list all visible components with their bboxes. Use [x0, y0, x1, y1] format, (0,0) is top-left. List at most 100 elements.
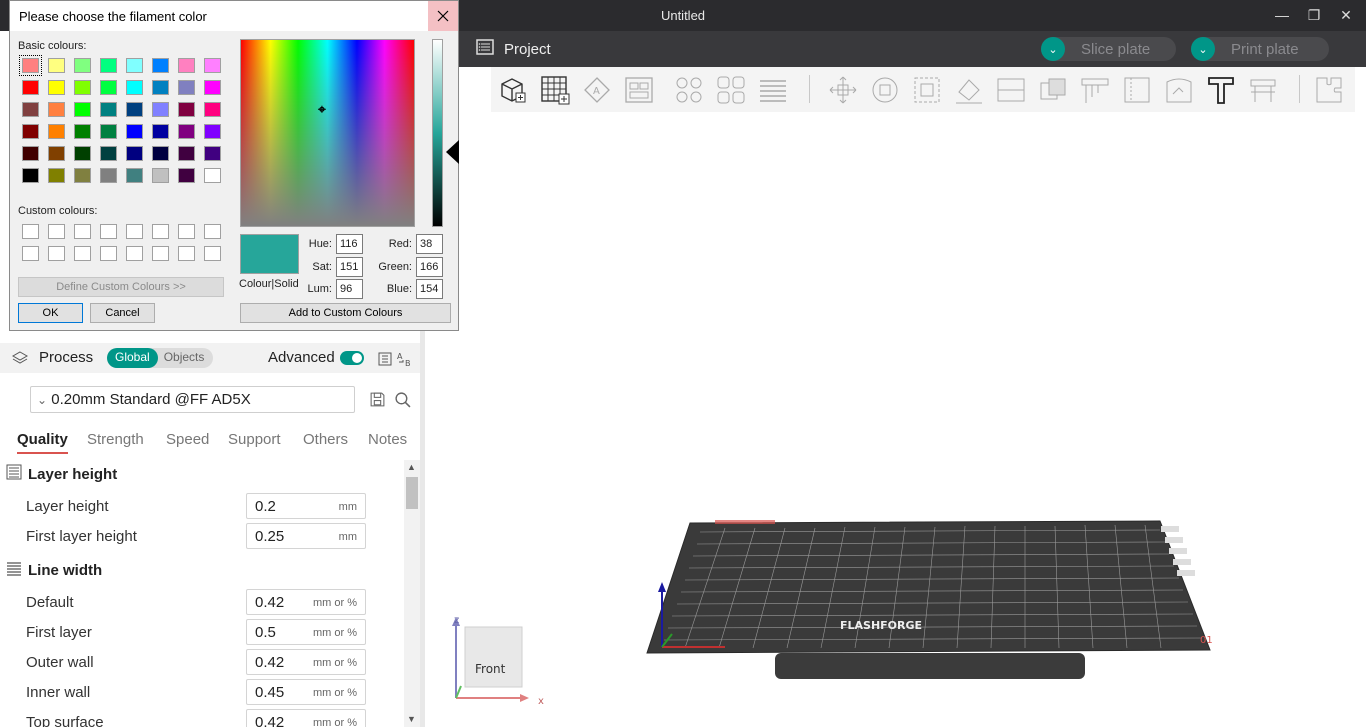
split-objects-icon[interactable]: [673, 74, 705, 106]
minimize-icon[interactable]: —: [1272, 5, 1292, 25]
basic-colour-swatch[interactable]: [74, 58, 91, 73]
param-input[interactable]: 0.5 mm or %: [246, 619, 366, 645]
cut-icon[interactable]: [995, 74, 1027, 106]
basic-colour-swatch[interactable]: [204, 146, 221, 161]
custom-colour-swatch[interactable]: [100, 224, 117, 239]
basic-colour-swatch[interactable]: [74, 168, 91, 183]
basic-colour-swatch[interactable]: [100, 58, 117, 73]
basic-colour-swatch[interactable]: [100, 146, 117, 161]
compare-presets-icon[interactable]: [378, 351, 394, 370]
custom-colour-swatch[interactable]: [178, 224, 195, 239]
basic-colour-swatch[interactable]: [178, 146, 195, 161]
custom-colour-swatch[interactable]: [152, 246, 169, 261]
basic-colour-swatch[interactable]: [74, 146, 91, 161]
params-scrollbar[interactable]: ▲ ▼: [404, 460, 420, 727]
auto-orient-icon[interactable]: A: [581, 74, 613, 106]
rotate-icon[interactable]: [869, 74, 901, 106]
ok-button[interactable]: OK: [18, 303, 83, 323]
basic-colour-swatch[interactable]: [178, 168, 195, 183]
param-input[interactable]: 0.42 mm or %: [246, 709, 366, 727]
color-spectrum[interactable]: ⌖: [240, 39, 415, 227]
scroll-up-icon[interactable]: ▲: [407, 462, 416, 472]
basic-colour-swatch[interactable]: [152, 124, 169, 139]
paint-seam-icon[interactable]: [1121, 74, 1153, 106]
basic-colour-swatch[interactable]: [48, 102, 65, 117]
tab-speed[interactable]: Speed: [166, 431, 209, 448]
close-icon[interactable]: [428, 1, 458, 31]
basic-colour-swatch[interactable]: [152, 58, 169, 73]
basic-colour-swatch[interactable]: [178, 58, 195, 73]
boolean-icon[interactable]: [1037, 74, 1069, 106]
measure-icon[interactable]: [1247, 74, 1279, 106]
basic-colour-swatch[interactable]: [126, 80, 143, 95]
basic-colour-swatch[interactable]: [74, 124, 91, 139]
chevron-down-icon[interactable]: ⌄: [1041, 37, 1065, 61]
move-icon[interactable]: [827, 74, 859, 106]
tab-quality[interactable]: Quality: [17, 431, 68, 454]
hue-field[interactable]: 116: [336, 234, 363, 254]
scale-icon[interactable]: [911, 74, 943, 106]
process-preset-dropdown[interactable]: ⌄ 0.20mm Standard @FF AD5X: [30, 386, 355, 413]
basic-colour-swatch[interactable]: [22, 102, 39, 117]
chevron-down-icon[interactable]: ⌄: [1191, 37, 1215, 61]
define-custom-colours-button[interactable]: Define Custom Colours >>: [18, 277, 224, 297]
basic-colour-swatch[interactable]: [204, 102, 221, 117]
tab-strength[interactable]: Strength: [87, 431, 144, 448]
custom-colour-swatch[interactable]: [74, 246, 91, 261]
basic-colour-swatch[interactable]: [100, 124, 117, 139]
basic-colour-swatch[interactable]: [178, 80, 195, 95]
scroll-down-icon[interactable]: ▼: [407, 714, 416, 724]
luminance-arrow-icon[interactable]: [446, 140, 459, 164]
green-field[interactable]: 166: [416, 257, 443, 277]
advanced-toggle[interactable]: [340, 351, 364, 365]
crosshair-icon[interactable]: ⌖: [318, 101, 326, 118]
custom-colour-swatch[interactable]: [204, 224, 221, 239]
tab-others[interactable]: Others: [303, 431, 348, 448]
cancel-button[interactable]: Cancel: [90, 303, 155, 323]
paint-color-icon[interactable]: [1163, 74, 1195, 106]
project-button[interactable]: Project: [476, 39, 551, 59]
tab-notes[interactable]: Notes: [368, 431, 407, 448]
add-object-icon[interactable]: [497, 74, 529, 106]
basic-colour-swatch[interactable]: [152, 102, 169, 117]
param-input[interactable]: 0.45 mm or %: [246, 679, 366, 705]
basic-colour-swatch[interactable]: [126, 58, 143, 73]
basic-colour-swatch[interactable]: [100, 168, 117, 183]
custom-colour-swatch[interactable]: [204, 246, 221, 261]
basic-colour-swatch[interactable]: [126, 168, 143, 183]
basic-colour-swatch[interactable]: [204, 80, 221, 95]
basic-colour-swatch[interactable]: [48, 168, 65, 183]
param-input[interactable]: 0.42 mm or %: [246, 589, 366, 615]
custom-colour-swatch[interactable]: [152, 224, 169, 239]
split-parts-icon[interactable]: [715, 74, 747, 106]
print-plate-button[interactable]: ⌄ Print plate: [1191, 37, 1329, 61]
custom-colour-swatch[interactable]: [48, 224, 65, 239]
lay-on-face-icon[interactable]: [953, 74, 985, 106]
custom-colour-swatch[interactable]: [126, 224, 143, 239]
lum-field[interactable]: 96: [336, 279, 363, 299]
custom-colour-swatch[interactable]: [178, 246, 195, 261]
basic-colour-swatch[interactable]: [204, 124, 221, 139]
basic-colour-swatch[interactable]: [126, 102, 143, 117]
basic-colour-swatch[interactable]: [152, 80, 169, 95]
basic-colour-swatch[interactable]: [126, 124, 143, 139]
text-icon[interactable]: [1205, 74, 1237, 106]
basic-colour-swatch[interactable]: [22, 146, 39, 161]
assembly-icon[interactable]: [1313, 74, 1345, 106]
tab-support[interactable]: Support: [228, 431, 281, 448]
param-input[interactable]: 0.2 mm: [246, 493, 366, 519]
basic-colour-swatch[interactable]: [178, 124, 195, 139]
custom-colour-swatch[interactable]: [48, 246, 65, 261]
red-field[interactable]: 38: [416, 234, 443, 254]
basic-colour-swatch[interactable]: [178, 102, 195, 117]
custom-colour-swatch[interactable]: [74, 224, 91, 239]
basic-colour-swatch[interactable]: [74, 80, 91, 95]
seg-objects[interactable]: Objects: [158, 348, 211, 368]
scroll-thumb[interactable]: [406, 477, 418, 509]
custom-colour-swatch[interactable]: [22, 224, 39, 239]
save-preset-icon[interactable]: [369, 391, 386, 411]
blue-field[interactable]: 154: [416, 279, 443, 299]
param-input[interactable]: 0.25 mm: [246, 523, 366, 549]
custom-colour-swatch[interactable]: [22, 246, 39, 261]
basic-colour-swatch[interactable]: [22, 124, 39, 139]
